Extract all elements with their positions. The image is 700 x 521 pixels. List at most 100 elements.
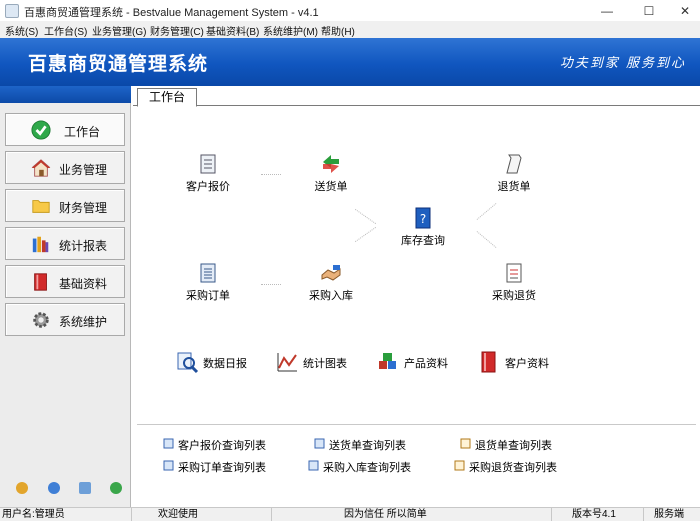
sync-arrows-icon	[323, 155, 339, 173]
handshake-icon	[321, 265, 341, 281]
sidebar-item-label: 业务管理	[59, 163, 108, 177]
folder-icon	[32, 200, 50, 213]
chart-button[interactable]: 统计图表	[275, 350, 355, 376]
status-bar: 用户名:管理员 欢迎使用 因为信任 所以简单 版本号4.1 服务端	[0, 507, 700, 521]
menu-finance[interactable]: 财务管理(C)	[150, 23, 204, 38]
refresh-icon[interactable]	[110, 482, 122, 494]
sidebar-item-basic-data[interactable]: 基础资料	[5, 265, 125, 298]
purchase-order-label: 采购订单	[186, 290, 230, 302]
search-icon[interactable]	[79, 482, 91, 494]
sidebar-item-label: 系统维护	[59, 315, 108, 329]
house-icon	[31, 159, 51, 177]
status-server: 服务端	[654, 509, 684, 520]
inventory-button[interactable]: ? 库存查询	[396, 206, 450, 248]
purchase-in-button[interactable]: 采购入库	[306, 261, 356, 303]
connector	[476, 231, 497, 248]
list-link-purchase-in[interactable]: 采购入库查询列表	[308, 459, 438, 474]
sidebar-item-label: 统计报表	[59, 239, 108, 253]
daily-report-button[interactable]: 数据日报	[175, 350, 250, 376]
window-title: 百惠商贸通管理系统 - Bestvalue Management System …	[24, 7, 319, 19]
close-button[interactable]: ✕	[662, 0, 700, 22]
connector	[354, 226, 377, 243]
tab-workbench[interactable]: 工作台	[137, 88, 197, 107]
quote-button[interactable]: 客户报价	[183, 152, 233, 194]
sidebar-item-label: 基础资料	[59, 277, 108, 291]
quote-label: 客户报价	[186, 181, 230, 193]
list-link-label: 送货单查询列表	[329, 440, 406, 452]
status-welcome: 欢迎使用	[132, 508, 272, 521]
purchase-order-button[interactable]: 采购订单	[183, 261, 233, 303]
sidebar-item-label: 财务管理	[59, 201, 108, 215]
list-icon	[163, 460, 174, 471]
list-icon	[308, 460, 319, 471]
list-icon	[163, 438, 174, 449]
return-button[interactable]: 退货单	[489, 152, 539, 194]
list-link-purchase-order[interactable]: 采购订单查询列表	[163, 459, 293, 474]
scroll-icon	[200, 154, 216, 174]
menu-system[interactable]: 系统(S)	[5, 23, 38, 38]
sidebar-item-finance[interactable]: 财务管理	[5, 189, 125, 222]
purchase-return-button[interactable]: 采购退货	[489, 261, 539, 303]
slogan: 功夫到家 服务到心	[559, 56, 686, 71]
list-link-label: 采购退货查询列表	[469, 462, 557, 474]
product-label: 产品资料	[404, 358, 448, 370]
main-panel: 工作台 客户报价 送货单 退货单 ? 库存查询 采购订单 采购入库 采购退货 数…	[133, 86, 700, 507]
list-link-quote[interactable]: 客户报价查询列表	[163, 437, 293, 452]
order-list-icon	[200, 263, 216, 283]
menu-basic-data[interactable]: 基础资料(B)	[206, 23, 259, 38]
red-book-icon	[34, 273, 47, 291]
list-link-return[interactable]: 退货单查询列表	[460, 437, 580, 452]
sidebar-item-workbench[interactable]: 工作台	[5, 113, 125, 146]
connector	[354, 208, 377, 225]
app-icon	[5, 4, 19, 18]
connector	[261, 174, 281, 175]
svg-text:?: ?	[420, 212, 426, 226]
gear-icon	[33, 312, 49, 328]
document-icon	[506, 154, 522, 174]
title-bar: 百惠商贸通管理系统 - Bestvalue Management System …	[0, 0, 700, 22]
banner: 百惠商贸通管理系统 功夫到家 服务到心	[0, 38, 700, 86]
product-button[interactable]: 产品资料	[376, 350, 456, 376]
key-icon[interactable]	[16, 482, 28, 494]
return-label: 退货单	[497, 181, 531, 193]
menu-workbench[interactable]: 工作台(S)	[44, 23, 87, 38]
list-link-label: 客户报价查询列表	[178, 440, 266, 452]
list-link-label: 采购订单查询列表	[178, 462, 266, 474]
list-link-label: 退货单查询列表	[475, 440, 552, 452]
sidebar-item-maintenance[interactable]: 系统维护	[5, 303, 125, 336]
search-doc-icon	[460, 438, 471, 449]
purchase-return-label: 采购退货	[492, 290, 536, 302]
customer-button[interactable]: 客户资料	[477, 350, 557, 376]
help-book-icon: ?	[415, 207, 431, 229]
list-link-label: 采购入库查询列表	[323, 462, 411, 474]
sidebar-item-reports[interactable]: 统计报表	[5, 227, 125, 260]
purchase-in-label: 采购入库	[309, 290, 353, 302]
list-link-delivery[interactable]: 送货单查询列表	[314, 437, 434, 452]
cubes-icon	[379, 353, 396, 369]
clock-icon[interactable]	[48, 482, 60, 494]
check-circle-icon	[31, 120, 51, 140]
tab-strip: 工作台	[133, 86, 700, 107]
report-doc-icon	[506, 263, 522, 283]
daily-report-label: 数据日报	[203, 358, 247, 370]
list-panel: 客户报价查询列表 送货单查询列表 退货单查询列表 采购订单查询列表 采购入库查询…	[137, 424, 696, 504]
list-link-purchase-return[interactable]: 采购退货查询列表	[454, 459, 584, 474]
minimize-button[interactable]: —	[584, 0, 630, 22]
delivery-label: 送货单	[314, 181, 348, 193]
list-icon	[314, 438, 325, 449]
search-doc-icon	[454, 460, 465, 471]
red-book-icon	[481, 351, 496, 373]
menu-business[interactable]: 业务管理(G)	[92, 23, 146, 38]
status-user: 用户名:管理员	[2, 508, 132, 521]
delivery-button[interactable]: 送货单	[306, 152, 356, 194]
sidebar-item-label: 工作台	[64, 125, 101, 139]
magnifier-icon	[177, 352, 199, 374]
sidebar-item-business[interactable]: 业务管理	[5, 151, 125, 184]
sidebar: 工作台 业务管理 财务管理 统计报表 基础资料 系统维护	[0, 86, 131, 507]
books-icon	[32, 236, 49, 253]
menu-help[interactable]: 帮助(H)	[321, 23, 355, 38]
status-version: 版本号4.1	[552, 508, 644, 521]
menu-maintenance[interactable]: 系统维护(M)	[263, 23, 318, 38]
status-motto: 因为信任 所以简单	[272, 508, 552, 521]
system-name: 百惠商贸通管理系统	[28, 53, 209, 75]
